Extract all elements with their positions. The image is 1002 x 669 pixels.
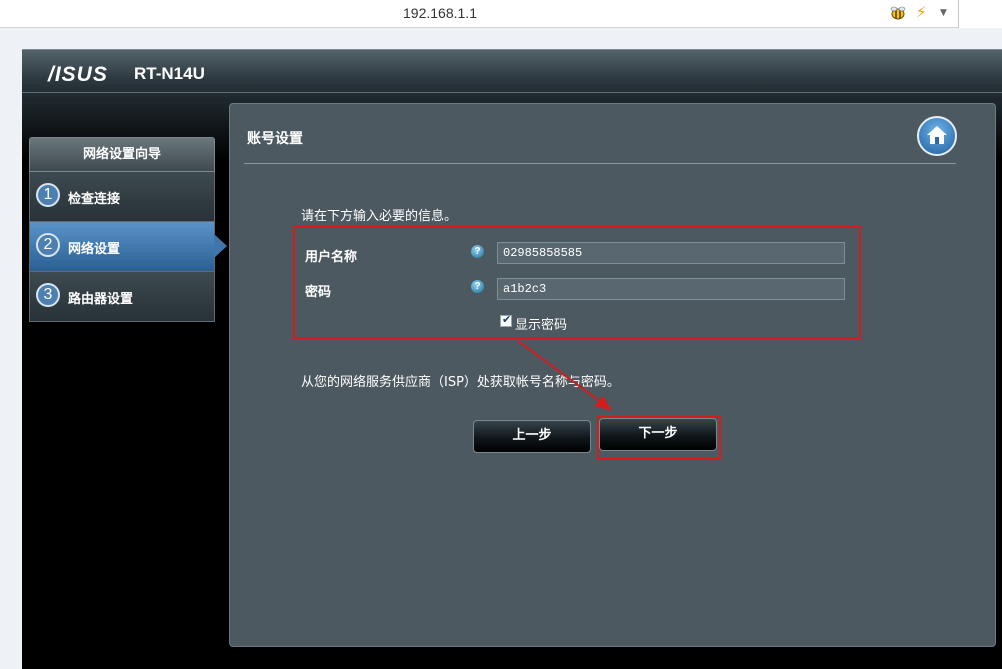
url-text[interactable]: 192.168.1.1 bbox=[0, 5, 880, 21]
checkmark-icon: ✔ bbox=[502, 313, 512, 326]
password-field[interactable]: a1b2c3 bbox=[497, 278, 845, 300]
step-label: 检查连接 bbox=[68, 192, 121, 207]
dropdown-arrow-icon[interactable]: ▼ bbox=[940, 8, 947, 18]
sidebar-step-router-settings[interactable]: 3 路由器设置 bbox=[29, 272, 215, 322]
bee-icon[interactable] bbox=[889, 5, 907, 21]
username-field[interactable]: 02985858585 bbox=[497, 242, 845, 264]
router-model: RT-N14U bbox=[134, 64, 205, 83]
home-button[interactable] bbox=[917, 116, 957, 156]
help-icon[interactable]: ? bbox=[471, 280, 484, 293]
password-label: 密码 bbox=[305, 285, 332, 300]
setup-wizard-sidebar: 网络设置向导 1 检查连接 2 网络设置 3 路由器设置 bbox=[29, 137, 227, 322]
show-password-checkbox[interactable]: ✔ bbox=[500, 313, 512, 327]
sidebar-step-check-connection[interactable]: 1 检查连接 bbox=[29, 172, 215, 222]
step-number-badge: 1 bbox=[36, 183, 60, 207]
sidebar-title: 网络设置向导 bbox=[29, 137, 215, 172]
asus-logo: /ISUS bbox=[48, 63, 108, 86]
router-header: /ISUS RT-N14U bbox=[22, 49, 1002, 102]
active-step-pointer bbox=[214, 234, 227, 258]
help-icon[interactable]: ? bbox=[471, 245, 484, 258]
previous-button[interactable]: 上一步 bbox=[473, 420, 591, 453]
address-bar[interactable]: 192.168.1.1 ⚡ ▼ bbox=[0, 0, 959, 28]
step-number-badge: 3 bbox=[36, 283, 60, 307]
show-password-label[interactable]: 显示密码 bbox=[515, 314, 567, 333]
instruction-text: 请在下方输入必要的信息。 bbox=[301, 209, 458, 224]
isp-note-text: 从您的网络服务供应商（ISP）处获取帐号名称与密码。 bbox=[301, 375, 620, 390]
title-divider bbox=[244, 163, 956, 164]
home-icon bbox=[927, 126, 947, 144]
step-label: 路由器设置 bbox=[68, 292, 134, 307]
lightning-icon[interactable]: ⚡ bbox=[916, 3, 927, 21]
router-page: /ISUS RT-N14U 网络设置向导 1 检查连接 2 网络设置 3 路由器… bbox=[22, 49, 1002, 669]
step-label: 网络设置 bbox=[68, 242, 121, 257]
username-label: 用户名称 bbox=[305, 250, 358, 265]
account-settings-panel: 账号设置 请在下方输入必要的信息。 用户名称 ? 02985858585 密码 … bbox=[229, 103, 996, 647]
panel-title: 账号设置 bbox=[247, 131, 303, 147]
step-number-badge: 2 bbox=[36, 233, 60, 257]
sidebar-step-network-settings[interactable]: 2 网络设置 bbox=[29, 222, 227, 272]
next-button[interactable]: 下一步 bbox=[599, 418, 717, 451]
